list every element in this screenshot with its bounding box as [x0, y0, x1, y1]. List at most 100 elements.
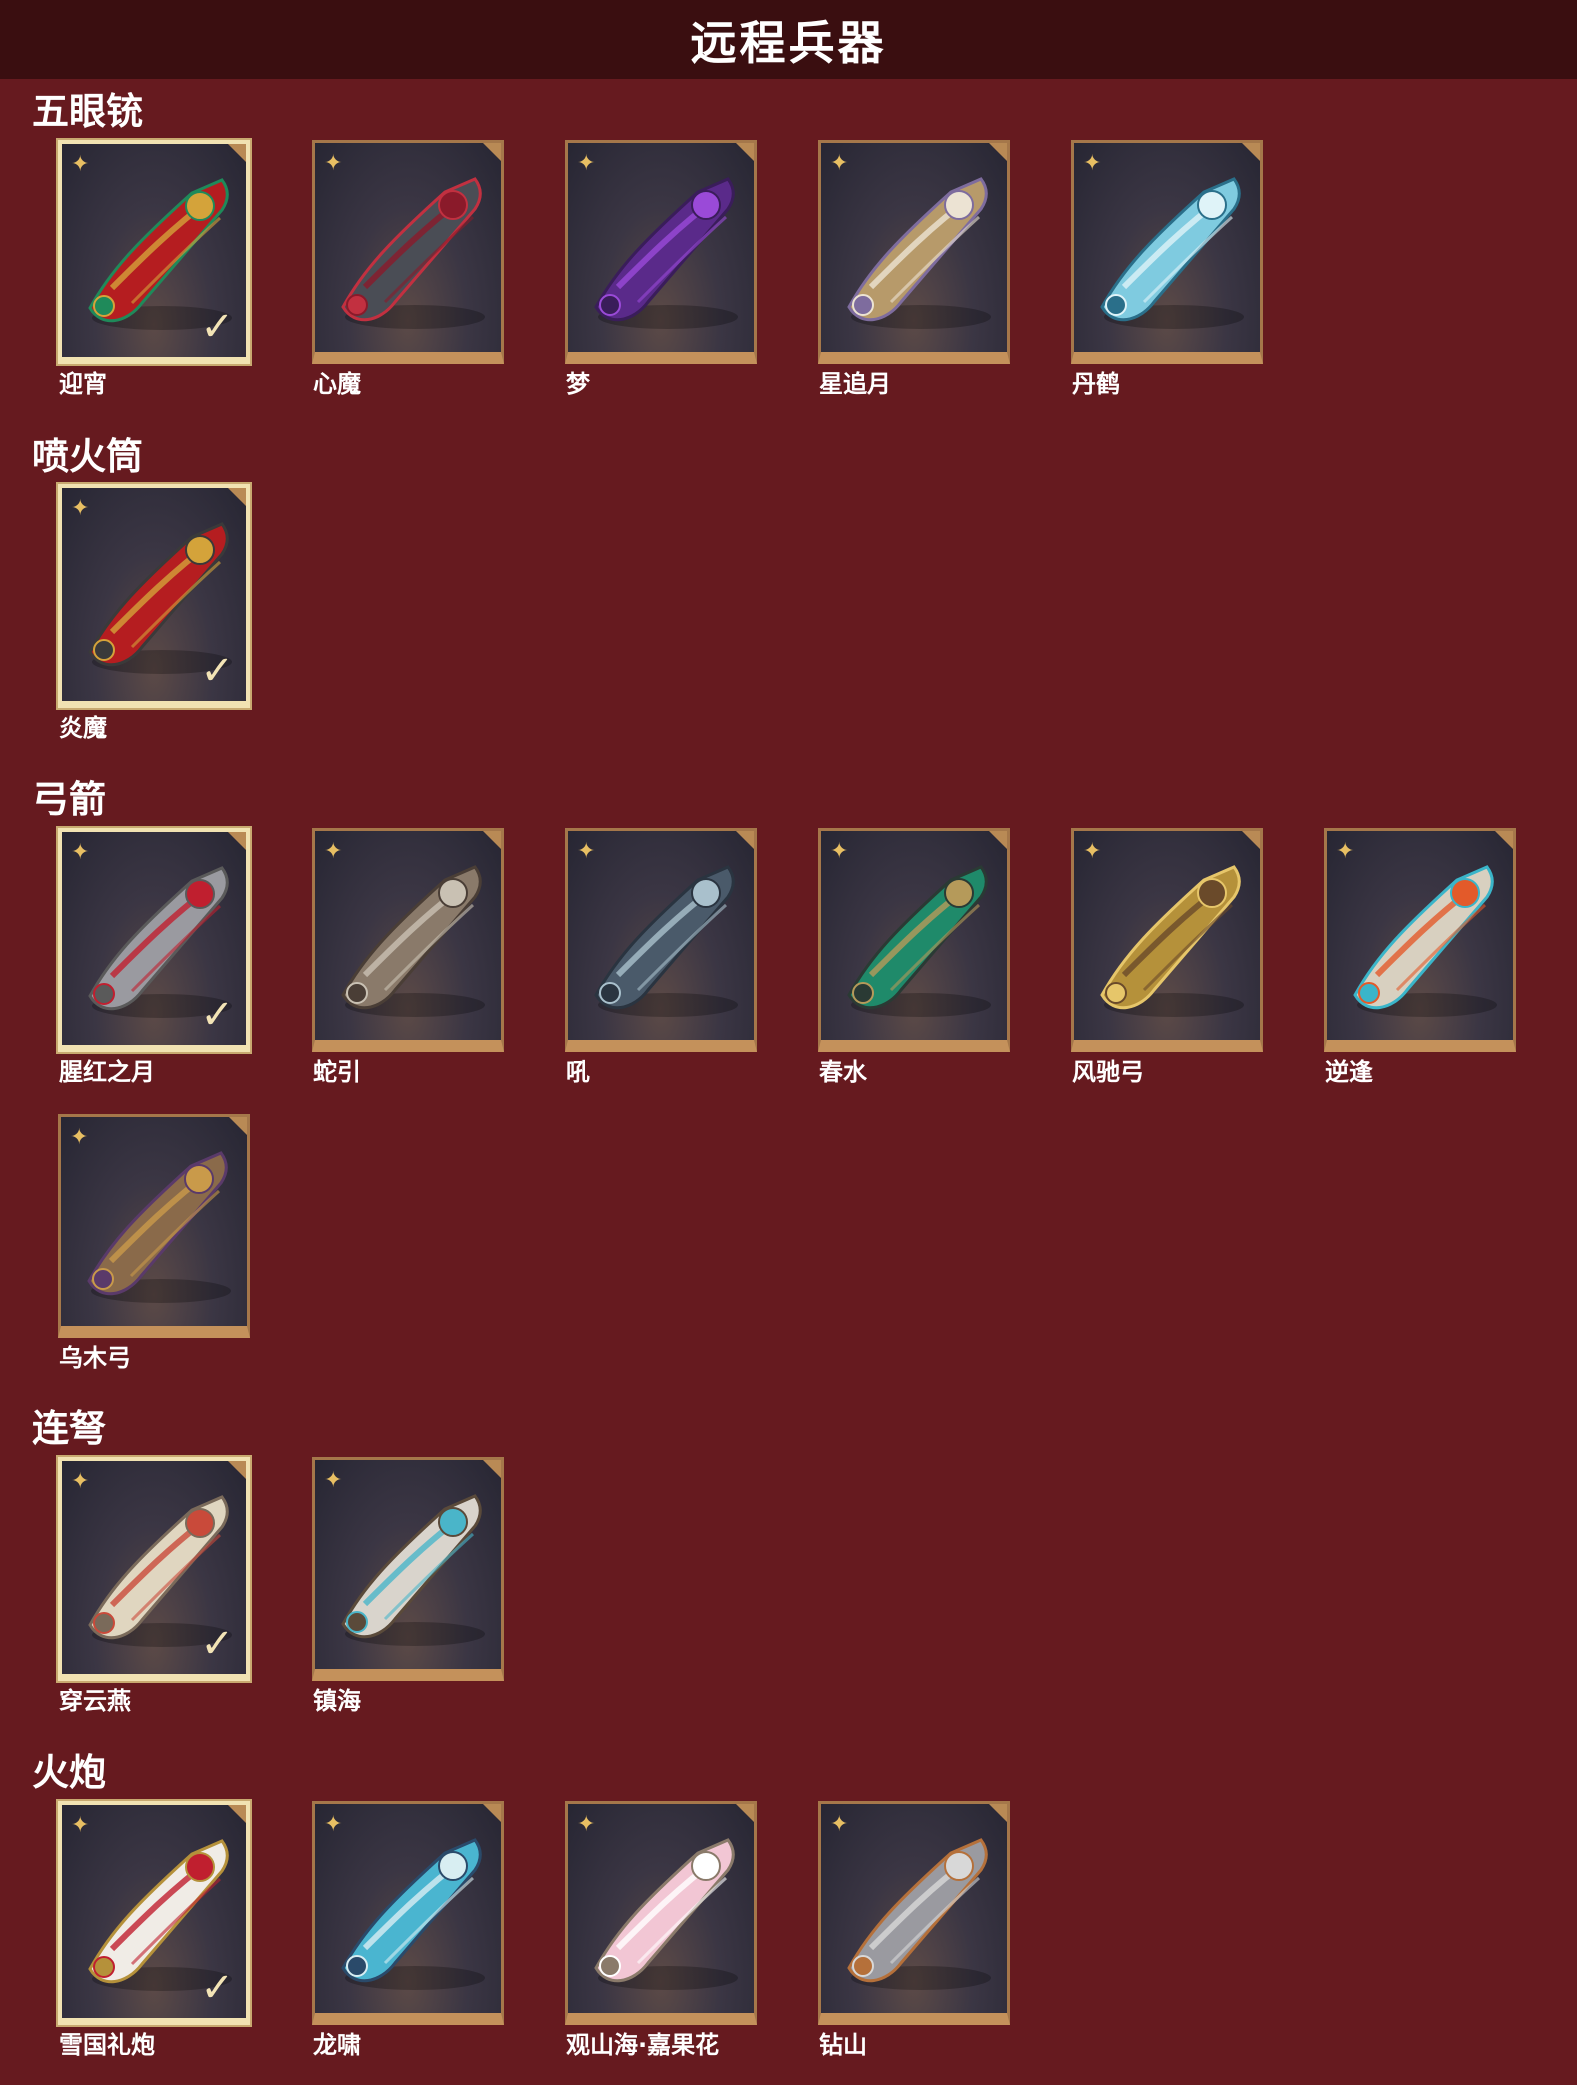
corner-tab-icon — [483, 831, 501, 849]
weapon-card[interactable]: ✦ — [58, 1114, 250, 1338]
weapon-name: 春水 — [819, 1058, 867, 1086]
weapon-card[interactable]: ✦ — [565, 828, 757, 1052]
rarity-star-icon: ✦ — [70, 1125, 89, 1150]
card-frame: ✦ ✓ — [58, 1801, 250, 2025]
rarity-star-icon: ✦ — [71, 1813, 90, 1838]
rarity-star-icon: ✦ — [71, 496, 90, 521]
rarity-star-icon: ✦ — [324, 839, 343, 864]
weapon-name: 腥红之月 — [59, 1058, 155, 1086]
weapon-name: 龙啸 — [313, 2031, 361, 2059]
weapon-image — [341, 1494, 485, 1646]
weapon-name: 吼 — [566, 1058, 590, 1086]
card-frame: ✦ — [565, 140, 757, 364]
weapon-name: 梦 — [566, 370, 590, 398]
weapon-name: 心魔 — [313, 370, 361, 398]
weapon-card[interactable]: ✦ ✓ — [58, 484, 250, 708]
weapon-image — [594, 865, 738, 1017]
weapon-name: 丹鹤 — [1072, 370, 1120, 398]
rarity-star-icon: ✦ — [71, 840, 90, 865]
weapon-name: 穿云燕 — [59, 1687, 131, 1715]
weapon-name: 镇海 — [313, 1687, 361, 1715]
card-frame: ✦ — [818, 140, 1010, 364]
corner-tab-icon — [228, 832, 246, 850]
corner-tab-icon — [483, 1460, 501, 1478]
corner-tab-icon — [228, 1805, 246, 1823]
weapon-card[interactable]: ✦ — [1071, 828, 1263, 1052]
weapon-name: 观山海·嘉果花 — [566, 2031, 720, 2059]
weapon-image — [847, 1838, 991, 1990]
section-title: 五眼铳 — [32, 90, 143, 133]
card-frame: ✦ — [312, 828, 504, 1052]
card-frame: ✦ — [565, 828, 757, 1052]
weapon-card[interactable]: ✦ ✓ — [58, 1801, 250, 2025]
weapon-card[interactable]: ✦ — [1071, 140, 1263, 364]
weapon-image — [594, 177, 738, 329]
card-frame: ✦ — [1071, 828, 1263, 1052]
weapon-card[interactable]: ✦ — [312, 1801, 504, 2025]
weapon-name: 风驰弓 — [1072, 1058, 1144, 1086]
corner-tab-icon — [483, 1804, 501, 1822]
weapon-card[interactable]: ✦ — [1324, 828, 1516, 1052]
checkmark-icon: ✓ — [200, 992, 234, 1038]
rarity-star-icon: ✦ — [1083, 839, 1102, 864]
weapon-card[interactable]: ✦ — [312, 1457, 504, 1681]
corner-tab-icon — [228, 488, 246, 506]
weapon-name: 雪国礼炮 — [59, 2031, 155, 2059]
weapon-card[interactable]: ✦ — [312, 140, 504, 364]
card-frame: ✦ ✓ — [58, 1457, 250, 1681]
weapon-name: 逆逢 — [1325, 1058, 1373, 1086]
card-frame: ✦ ✓ — [58, 140, 250, 364]
weapon-name: 乌木弓 — [59, 1344, 131, 1372]
section-title: 连弩 — [32, 1407, 106, 1450]
weapon-image — [594, 1838, 738, 1990]
weapon-card[interactable]: ✦ ✓ — [58, 1457, 250, 1681]
corner-tab-icon — [989, 1804, 1007, 1822]
card-frame: ✦ ✓ — [58, 484, 250, 708]
rarity-star-icon: ✦ — [830, 839, 849, 864]
rarity-star-icon: ✦ — [577, 151, 596, 176]
rarity-star-icon: ✦ — [830, 151, 849, 176]
page-title: 远程兵器 — [690, 15, 887, 70]
rarity-star-icon: ✦ — [71, 152, 90, 177]
corner-tab-icon — [1495, 831, 1513, 849]
weapon-card[interactable]: ✦ — [565, 140, 757, 364]
section-title: 弓箭 — [32, 778, 106, 821]
checkmark-icon: ✓ — [200, 648, 234, 694]
card-frame: ✦ — [565, 1801, 757, 2025]
card-frame: ✦ — [312, 1801, 504, 2025]
weapon-card[interactable]: ✦ — [818, 140, 1010, 364]
checkmark-icon: ✓ — [200, 304, 234, 350]
weapon-image — [341, 177, 485, 329]
corner-tab-icon — [1242, 143, 1260, 161]
rarity-star-icon: ✦ — [324, 1812, 343, 1837]
weapon-image — [847, 177, 991, 329]
weapon-card[interactable]: ✦ ✓ — [58, 140, 250, 364]
weapon-card[interactable]: ✦ — [565, 1801, 757, 2025]
weapon-image — [1100, 865, 1244, 1017]
weapon-card[interactable]: ✦ ✓ — [58, 828, 250, 1052]
weapon-card[interactable]: ✦ — [818, 1801, 1010, 2025]
weapon-image — [341, 865, 485, 1017]
card-frame: ✦ — [312, 1457, 504, 1681]
weapon-card[interactable]: ✦ — [312, 828, 504, 1052]
corner-tab-icon — [736, 831, 754, 849]
corner-tab-icon — [228, 144, 246, 162]
checkmark-icon: ✓ — [200, 1965, 234, 2011]
weapon-image — [1353, 865, 1497, 1017]
weapon-name: 星追月 — [819, 370, 891, 398]
weapon-image — [1100, 177, 1244, 329]
checkmark-icon: ✓ — [200, 1621, 234, 1667]
section-title: 火炮 — [32, 1751, 106, 1794]
weapon-name: 迎宵 — [59, 370, 107, 398]
rarity-star-icon: ✦ — [830, 1812, 849, 1837]
card-frame: ✦ ✓ — [58, 828, 250, 1052]
card-frame: ✦ — [818, 1801, 1010, 2025]
rarity-star-icon: ✦ — [324, 151, 343, 176]
rarity-star-icon: ✦ — [324, 1468, 343, 1493]
title-bar: 远程兵器 — [0, 0, 1577, 79]
weapon-image — [341, 1838, 485, 1990]
corner-tab-icon — [989, 831, 1007, 849]
weapon-card[interactable]: ✦ — [818, 828, 1010, 1052]
card-frame: ✦ — [818, 828, 1010, 1052]
weapon-name: 钻山 — [819, 2031, 867, 2059]
